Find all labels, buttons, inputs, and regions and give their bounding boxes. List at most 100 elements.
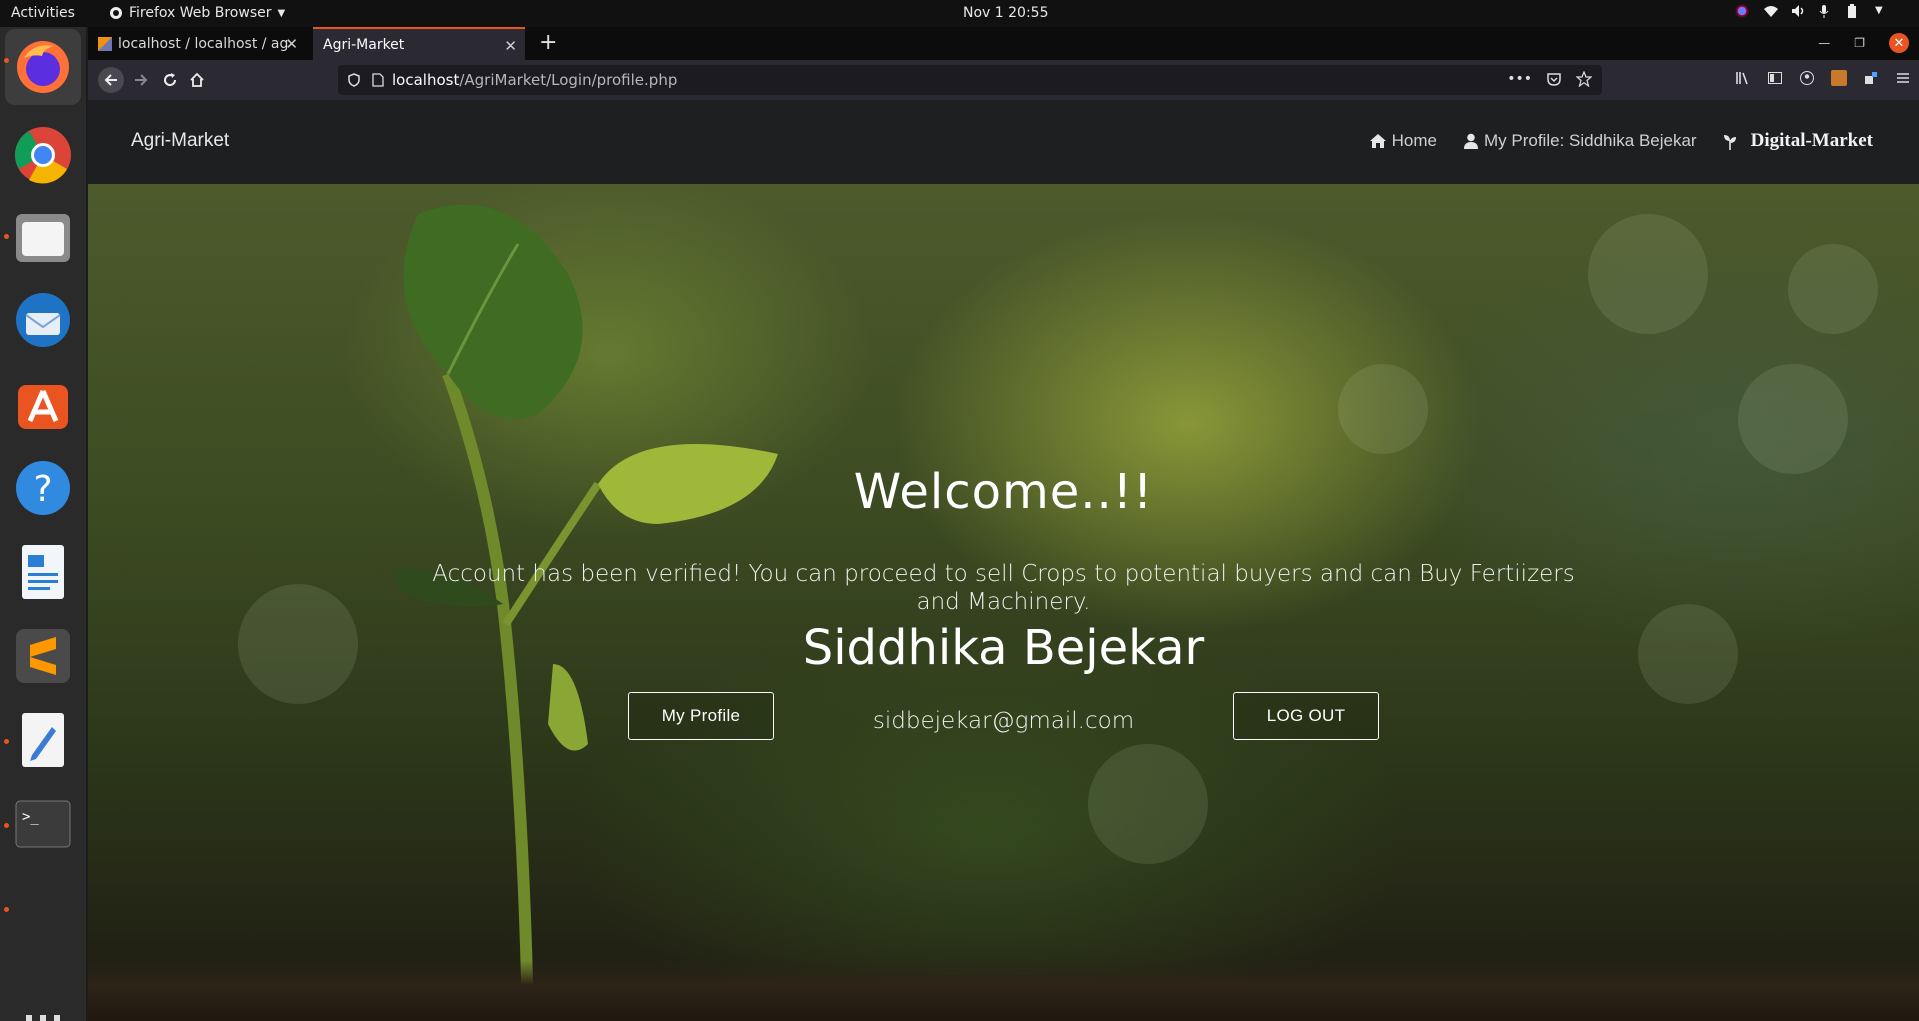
system-top-bar: Activities Firefox Web Browser ▼ Nov 1 2… bbox=[0, 0, 1919, 27]
activities-button[interactable]: Activities bbox=[11, 5, 75, 21]
nav-profile-label: My Profile: Siddhika Bejekar bbox=[1484, 131, 1697, 150]
power-menu-icon: ▼ bbox=[1875, 5, 1883, 16]
home-button[interactable] bbox=[184, 67, 210, 93]
running-indicator bbox=[4, 907, 9, 912]
arrow-right-icon bbox=[135, 74, 148, 86]
verification-message: Account has been verified! You can proce… bbox=[432, 561, 1575, 615]
tab-phpmyadmin[interactable]: localhost / localhost / ag ✕ bbox=[88, 27, 306, 60]
svg-text:>_: >_ bbox=[22, 809, 39, 825]
page-viewport: Agri-Market Home My Profile: Siddhika Be… bbox=[88, 100, 1919, 1021]
logout-button[interactable]: LOG OUT bbox=[1233, 692, 1379, 740]
site-brand[interactable]: Agri-Market bbox=[131, 130, 229, 152]
microphone-icon bbox=[1819, 4, 1833, 18]
battery-icon bbox=[1847, 4, 1861, 18]
bookmark-star-icon[interactable] bbox=[1575, 70, 1593, 91]
minimize-icon[interactable]: — bbox=[1818, 36, 1830, 50]
url-actions: ••• bbox=[1507, 70, 1593, 91]
pocket-icon[interactable] bbox=[1546, 71, 1562, 91]
dock-software[interactable] bbox=[13, 374, 73, 434]
nav-home-label: Home bbox=[1391, 131, 1437, 150]
home-icon bbox=[1369, 134, 1386, 148]
nav-home-link[interactable]: Home bbox=[1369, 131, 1437, 151]
nav-digital-market-link[interactable]: Digital-Market bbox=[1723, 130, 1873, 152]
bokeh-light bbox=[1738, 364, 1848, 474]
bokeh-light bbox=[1338, 364, 1428, 454]
my-profile-button[interactable]: My Profile bbox=[628, 692, 774, 740]
app-menu[interactable]: Firefox Web Browser ▼ bbox=[109, 5, 285, 21]
tab-label: localhost / localhost / ag bbox=[118, 35, 288, 52]
extensions-puzzle-icon[interactable] bbox=[1863, 70, 1879, 86]
welcome-heading: Welcome..!! bbox=[853, 464, 1154, 520]
shield-icon[interactable] bbox=[348, 73, 362, 87]
sublime-text-icon bbox=[16, 629, 70, 683]
hero-section: Welcome..!! Account has been verified! Y… bbox=[88, 184, 1919, 1021]
system-tray[interactable]: ▼ bbox=[1735, 4, 1889, 18]
svg-text:?: ? bbox=[33, 469, 52, 510]
files-icon bbox=[16, 214, 70, 262]
extension-icon[interactable] bbox=[1831, 70, 1847, 86]
new-tab-icon[interactable]: + bbox=[539, 30, 557, 55]
dock-files[interactable] bbox=[13, 208, 73, 268]
dock-firefox[interactable] bbox=[5, 29, 81, 105]
reload-button[interactable] bbox=[157, 67, 183, 93]
running-indicator bbox=[4, 823, 9, 828]
welcome-panel: Welcome..!! Account has been verified! Y… bbox=[88, 464, 1919, 734]
forward-button[interactable] bbox=[128, 67, 154, 93]
user-icon bbox=[1464, 133, 1478, 149]
page-info-icon[interactable] bbox=[372, 73, 384, 87]
dock-text-editor[interactable] bbox=[13, 710, 73, 770]
more-actions-icon[interactable]: ••• bbox=[1507, 71, 1532, 91]
firefox-small-icon bbox=[110, 7, 122, 19]
chevron-down-icon: ▼ bbox=[277, 7, 286, 19]
tab-agri-market[interactable]: Agri-Market ✕ bbox=[313, 27, 525, 60]
dock: ? >_ bbox=[0, 27, 87, 1021]
clock[interactable]: Nov 1 20:55 bbox=[963, 5, 1048, 21]
running-indicator bbox=[4, 58, 9, 63]
dock-chrome[interactable] bbox=[13, 125, 73, 185]
arrow-left-icon bbox=[104, 74, 117, 86]
nav-digital-market-label: Digital-Market bbox=[1750, 130, 1873, 151]
running-indicator bbox=[4, 739, 9, 744]
bokeh-light bbox=[1088, 744, 1208, 864]
tab-strip: localhost / localhost / ag ✕ Agri-Market… bbox=[88, 27, 1919, 60]
url-text: localhost/AgriMarket/Login/profile.php bbox=[392, 71, 677, 89]
site-nav-links: Home My Profile: Siddhika Bejekar Digita… bbox=[1369, 130, 1873, 152]
phpmyadmin-favicon-icon bbox=[98, 36, 112, 51]
close-tab-icon[interactable]: ✕ bbox=[285, 35, 298, 53]
terminal-icon: >_ bbox=[15, 800, 71, 848]
seedling-icon bbox=[1723, 135, 1736, 150]
back-button[interactable] bbox=[98, 67, 124, 93]
text-editor-icon bbox=[22, 713, 64, 767]
help-icon: ? bbox=[16, 461, 70, 515]
soil bbox=[88, 961, 1919, 1021]
site-navbar: Agri-Market Home My Profile: Siddhika Be… bbox=[88, 100, 1919, 184]
app-menu-label: Firefox Web Browser bbox=[129, 5, 272, 21]
software-center-icon bbox=[18, 385, 68, 429]
sidebar-icon[interactable] bbox=[1767, 70, 1783, 86]
reload-icon bbox=[164, 73, 177, 87]
bokeh-light bbox=[1788, 244, 1878, 334]
libreoffice-writer-icon bbox=[22, 545, 64, 599]
dock-terminal[interactable]: >_ bbox=[13, 794, 73, 854]
show-apps-icon[interactable] bbox=[26, 1015, 60, 1021]
library-icon[interactable] bbox=[1735, 70, 1751, 86]
thunderbird-icon bbox=[16, 293, 70, 347]
bokeh-light bbox=[1588, 214, 1708, 334]
nav-profile-link[interactable]: My Profile: Siddhika Bejekar bbox=[1463, 131, 1697, 151]
dock-sublime[interactable] bbox=[13, 626, 73, 686]
restore-icon[interactable]: ❐ bbox=[1854, 36, 1865, 50]
account-icon[interactable] bbox=[1799, 70, 1815, 86]
wifi-icon bbox=[1763, 4, 1778, 18]
hamburger-menu-icon[interactable] bbox=[1895, 70, 1911, 86]
home-icon bbox=[190, 72, 204, 87]
dock-thunderbird[interactable] bbox=[13, 290, 73, 350]
dock-help[interactable]: ? bbox=[13, 458, 73, 518]
window-controls: — ❐ ✕ bbox=[1818, 33, 1909, 53]
navigation-toolbar: localhost/AgriMarket/Login/profile.php •… bbox=[88, 60, 1919, 100]
url-bar[interactable]: localhost/AgriMarket/Login/profile.php •… bbox=[338, 65, 1602, 95]
close-window-icon[interactable]: ✕ bbox=[1889, 33, 1909, 53]
dock-writer[interactable] bbox=[13, 542, 73, 602]
close-tab-icon[interactable]: ✕ bbox=[504, 37, 517, 55]
tab-label: Agri-Market bbox=[323, 36, 405, 53]
firefox-window: localhost / localhost / ag ✕ Agri-Market… bbox=[88, 27, 1919, 1021]
